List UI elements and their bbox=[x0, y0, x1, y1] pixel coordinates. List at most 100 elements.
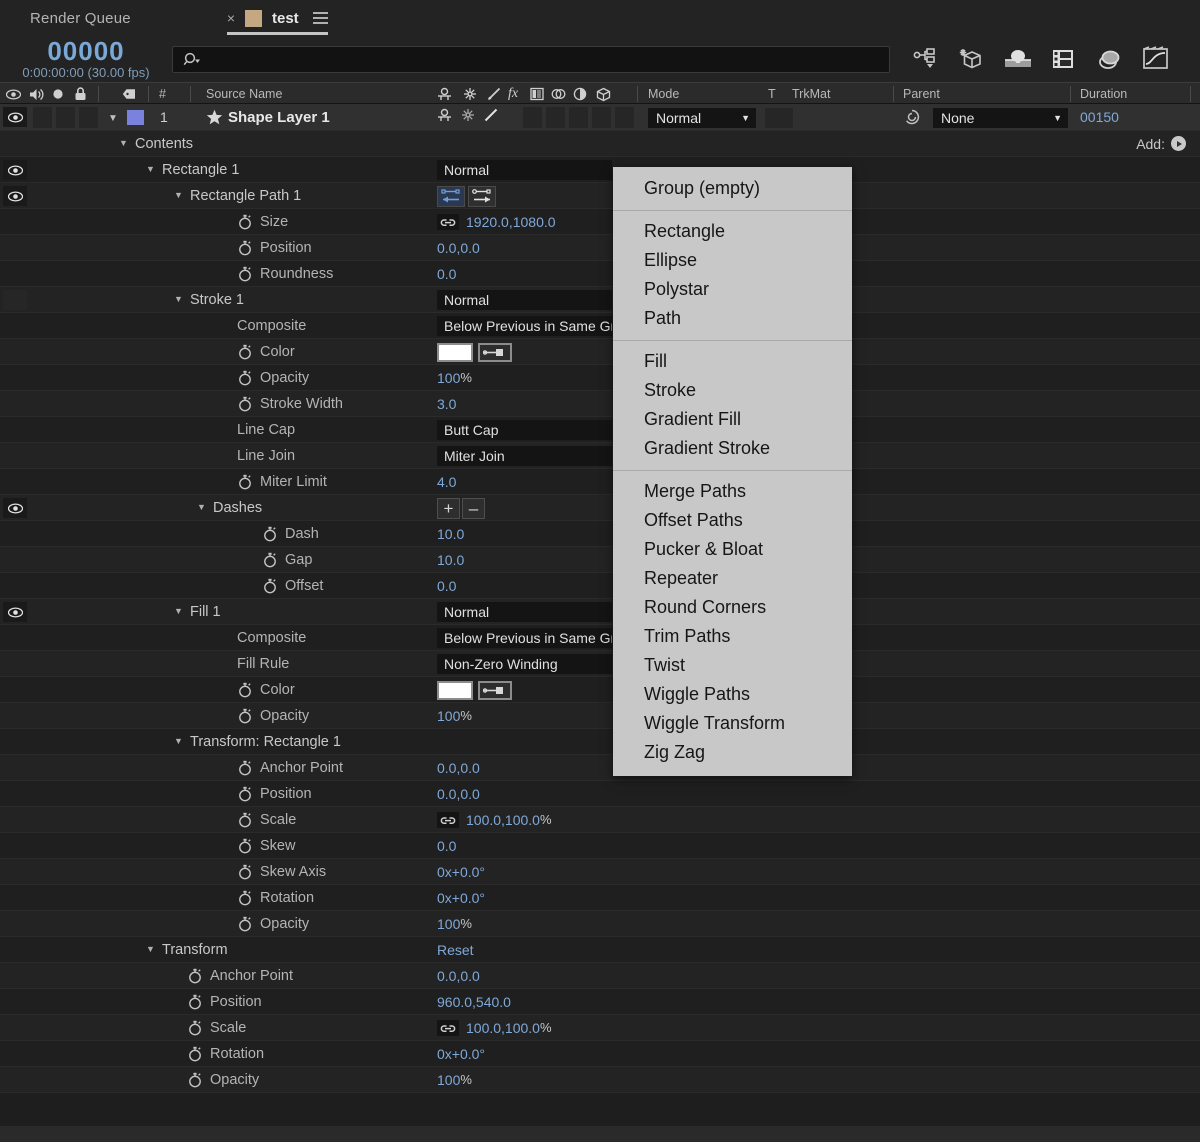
3d-layer-icon[interactable] bbox=[596, 83, 611, 105]
menu-item[interactable]: Trim Paths bbox=[613, 622, 852, 651]
visibility-toggle[interactable] bbox=[3, 186, 27, 206]
blend-mode-select[interactable]: Normal ▼ bbox=[648, 108, 756, 128]
property-row[interactable]: Miter Limit 4.0 bbox=[0, 469, 1200, 495]
property-value[interactable]: 0.0,0.0 bbox=[437, 963, 480, 988]
label-icon[interactable] bbox=[122, 83, 136, 105]
property-row[interactable]: Scale 100.0,100.0% bbox=[0, 1015, 1200, 1041]
dash-add-remove-buttons[interactable]: + – bbox=[437, 498, 485, 519]
layer-row-shape-layer-1[interactable]: ▼ 1 Shape Layer 1 Normal ▼ None ▼ 00150 bbox=[0, 104, 1200, 131]
menu-item[interactable]: Group (empty) bbox=[613, 174, 852, 203]
stopwatch-icon[interactable] bbox=[188, 1072, 202, 1093]
property-row[interactable]: Opacity 100% bbox=[0, 365, 1200, 391]
property-value[interactable]: 100.0,100.0% bbox=[466, 807, 552, 832]
property-row[interactable]: Line Cap Butt Cap bbox=[0, 417, 1200, 443]
3d-toggle[interactable] bbox=[615, 107, 634, 128]
duration-column-header[interactable]: Duration bbox=[1080, 83, 1127, 105]
property-value[interactable]: Reset bbox=[437, 937, 474, 962]
menu-item[interactable]: Round Corners bbox=[613, 593, 852, 622]
property-row[interactable]: Color bbox=[0, 339, 1200, 365]
twirl-icon[interactable]: ▼ bbox=[174, 737, 183, 746]
property-value[interactable]: 0.0,0.0 bbox=[437, 781, 480, 806]
twirl-icon[interactable]: ▼ bbox=[174, 607, 183, 616]
property-row[interactable]: Rotation 0x+0.0° bbox=[0, 885, 1200, 911]
tab-render-queue[interactable]: Render Queue bbox=[30, 10, 131, 27]
eyedropper-icon[interactable] bbox=[478, 681, 512, 700]
layer-visibility-toggle[interactable] bbox=[3, 107, 27, 127]
property-dropdown[interactable]: Miter Join bbox=[437, 446, 612, 466]
tab-test[interactable]: × test bbox=[226, 0, 328, 36]
adjustment-layer-icon[interactable] bbox=[573, 83, 587, 105]
property-row[interactable]: Position 0.0,0.0 bbox=[0, 235, 1200, 261]
property-value[interactable]: 10.0 bbox=[437, 521, 464, 546]
eye-icon[interactable] bbox=[6, 83, 21, 105]
stopwatch-icon[interactable] bbox=[238, 474, 252, 495]
property-value[interactable]: 0x+0.0° bbox=[437, 859, 485, 884]
trkmat-cell[interactable] bbox=[765, 108, 793, 128]
stopwatch-icon[interactable] bbox=[238, 214, 252, 235]
timecode-value[interactable]: 00000 bbox=[0, 37, 172, 65]
layer-twirl-icon[interactable]: ▼ bbox=[108, 113, 118, 124]
property-value[interactable]: 0.0 bbox=[437, 833, 456, 858]
menu-item[interactable]: Stroke bbox=[613, 376, 852, 405]
menu-item[interactable]: Path bbox=[613, 304, 852, 333]
property-row[interactable]: ▼ Transform Reset bbox=[0, 937, 1200, 963]
source-name-column-header[interactable]: Source Name bbox=[206, 83, 282, 105]
comp-flowchart-icon[interactable] bbox=[912, 45, 940, 73]
property-row[interactable]: Stroke Width 3.0 bbox=[0, 391, 1200, 417]
property-row[interactable]: ▼ Fill 1 Normal bbox=[0, 599, 1200, 625]
t-column-header[interactable]: T bbox=[768, 83, 776, 105]
property-row[interactable]: Scale 100.0,100.0% bbox=[0, 807, 1200, 833]
stopwatch-icon[interactable] bbox=[238, 266, 252, 287]
property-value[interactable]: 100% bbox=[437, 365, 472, 390]
menu-item[interactable]: Wiggle Transform bbox=[613, 709, 852, 738]
property-value[interactable]: 1920.0,1080.0 bbox=[466, 209, 556, 234]
property-value[interactable]: 100.0,100.0% bbox=[466, 1015, 552, 1040]
property-value[interactable]: 960.0,540.0 bbox=[437, 989, 511, 1014]
visibility-toggle[interactable] bbox=[3, 160, 27, 180]
menu-item[interactable]: Fill bbox=[613, 347, 852, 376]
property-value[interactable]: 0.0 bbox=[437, 573, 456, 598]
solo-toggle[interactable] bbox=[56, 107, 75, 128]
frame-blend-icon[interactable] bbox=[530, 83, 544, 105]
stopwatch-icon[interactable] bbox=[238, 344, 252, 365]
stopwatch-icon[interactable] bbox=[238, 786, 252, 807]
twirl-icon[interactable]: ▼ bbox=[146, 165, 155, 174]
stopwatch-icon[interactable] bbox=[238, 370, 252, 391]
twirl-icon[interactable]: ▼ bbox=[146, 945, 155, 954]
visibility-toggle[interactable] bbox=[3, 498, 27, 518]
menu-item[interactable]: Gradient Stroke bbox=[613, 434, 852, 463]
path-direction-buttons[interactable] bbox=[437, 186, 496, 207]
plus-icon[interactable]: + bbox=[437, 498, 460, 519]
stopwatch-icon[interactable] bbox=[238, 812, 252, 833]
stopwatch-icon[interactable] bbox=[263, 526, 277, 547]
add-menu-button[interactable] bbox=[1171, 136, 1186, 151]
property-value[interactable]: 0x+0.0° bbox=[437, 885, 485, 910]
menu-item[interactable]: Pucker & Bloat bbox=[613, 535, 852, 564]
property-dropdown[interactable]: Normal bbox=[437, 290, 612, 310]
property-value[interactable]: 0.0,0.0 bbox=[437, 755, 480, 780]
twirl-icon[interactable]: ▼ bbox=[174, 191, 183, 200]
layer-duration[interactable]: 00150 bbox=[1080, 104, 1119, 130]
add-shape-label[interactable]: Add: bbox=[1136, 131, 1186, 156]
property-value[interactable]: 3.0 bbox=[437, 391, 456, 416]
quality-toggle[interactable] bbox=[484, 108, 498, 127]
frame-blend-toggle[interactable] bbox=[546, 107, 565, 128]
property-row[interactable]: Skew 0.0 bbox=[0, 833, 1200, 859]
stopwatch-icon[interactable] bbox=[238, 760, 252, 781]
property-row[interactable]: Anchor Point 0.0,0.0 bbox=[0, 755, 1200, 781]
stopwatch-icon[interactable] bbox=[238, 864, 252, 885]
property-row[interactable]: Line Join Miter Join bbox=[0, 443, 1200, 469]
property-row[interactable]: ▼ Rectangle 1 Normal bbox=[0, 157, 1200, 183]
menu-item[interactable]: Ellipse bbox=[613, 246, 852, 275]
path-forward-icon[interactable] bbox=[468, 186, 496, 207]
color-swatch[interactable] bbox=[437, 681, 473, 700]
draft-3d-icon[interactable] bbox=[1096, 45, 1124, 73]
stopwatch-icon[interactable] bbox=[188, 1046, 202, 1067]
collapse-transformations-icon[interactable] bbox=[463, 83, 477, 105]
property-value[interactable]: 0.0 bbox=[437, 261, 456, 286]
property-dropdown[interactable]: Normal bbox=[437, 602, 612, 622]
visibility-toggle[interactable] bbox=[3, 290, 27, 310]
current-timecode[interactable]: 00000 0:00:00:00 (30.00 fps) bbox=[0, 37, 172, 80]
stopwatch-icon[interactable] bbox=[263, 578, 277, 599]
stopwatch-icon[interactable] bbox=[238, 708, 252, 729]
